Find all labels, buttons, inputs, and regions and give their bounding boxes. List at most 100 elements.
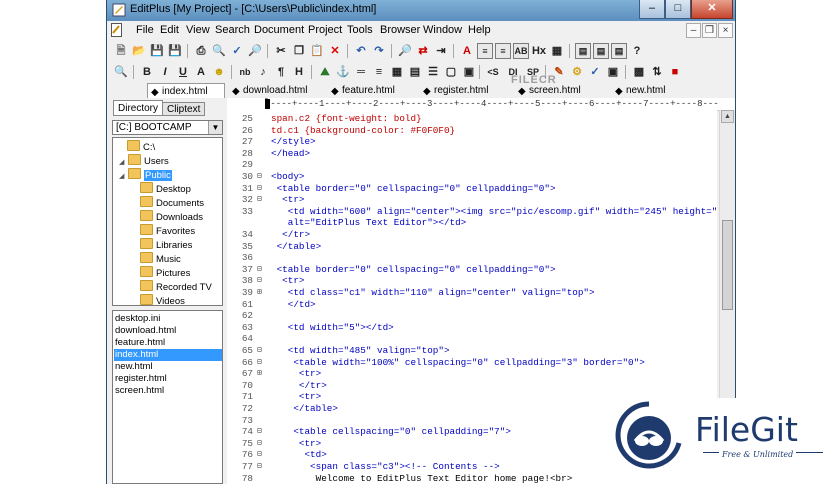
frame-icon[interactable]: ▣ — [461, 64, 477, 80]
file-item[interactable]: desktop.ini — [115, 313, 160, 325]
find-icon[interactable]: 🔎 — [247, 43, 263, 59]
tab-screen[interactable]: ◆ screen.html — [515, 83, 581, 98]
output-window-icon[interactable]: ▤ — [611, 43, 627, 59]
column-select-icon[interactable]: ▦ — [549, 43, 565, 59]
toolbox-icon[interactable]: ⚙ — [569, 64, 585, 80]
code-line[interactable]: <table border="0" cellspacing="0" cellpa… — [271, 264, 556, 275]
fold-marker-icon[interactable]: ⊟ — [257, 275, 262, 285]
goto-icon[interactable]: ⇥ — [433, 43, 449, 59]
hex-view-icon[interactable]: Hx — [531, 43, 547, 59]
cliptext-window-icon[interactable]: ▤ — [575, 43, 591, 59]
tree-item[interactable]: Downloads — [140, 210, 203, 223]
code-line[interactable]: </table> — [271, 403, 338, 414]
code-line[interactable]: </style> — [271, 136, 316, 147]
code-line[interactable]: </td> — [271, 299, 316, 310]
directory-tree[interactable]: C:\ ◢ Users ◢ Public Desktop Documents Dow… — [112, 137, 223, 306]
tree-item[interactable]: Documents — [140, 196, 204, 209]
open-folder-icon[interactable]: 📂 — [131, 43, 147, 59]
code-line[interactable]: <td width="5"></td> — [271, 322, 394, 333]
file-item[interactable]: index.html — [114, 349, 222, 361]
code-line[interactable]: </tr> — [271, 229, 310, 240]
code-line[interactable]: <tr> — [271, 275, 304, 286]
menu-project[interactable]: Project — [308, 24, 342, 36]
package-icon[interactable]: ▩ — [631, 64, 647, 80]
menu-view[interactable]: View — [186, 24, 210, 36]
scroll-thumb[interactable] — [722, 220, 733, 310]
tree-item[interactable]: Favorites — [140, 224, 195, 237]
fold-marker-icon[interactable]: ⊟ — [257, 438, 262, 448]
tree-item[interactable]: Music — [140, 252, 181, 265]
ftp-icon[interactable]: ⇅ — [649, 64, 665, 80]
minimize-button[interactable]: – — [639, 0, 665, 19]
code-line[interactable]: </head> — [271, 148, 310, 159]
underline-button[interactable]: U — [175, 64, 191, 80]
close-button[interactable]: ✕ — [691, 0, 733, 19]
code-line[interactable]: </table> — [271, 241, 322, 252]
code-line[interactable]: <td width="485" valign="top"> — [271, 345, 450, 356]
tree-item[interactable]: Pictures — [140, 266, 190, 279]
bold-button[interactable]: B — [139, 64, 155, 80]
code-line[interactable]: <td width="600" align="center"><img src=… — [271, 206, 717, 217]
scroll-up-icon[interactable]: ▲ — [721, 110, 734, 123]
menu-edit[interactable]: Edit — [160, 24, 179, 36]
tree-item[interactable]: Videos — [140, 294, 185, 305]
tree-item[interactable]: C:\ — [127, 140, 155, 153]
code-line[interactable]: <td class="c1" width="110" align="center… — [271, 287, 595, 298]
help-icon[interactable]: ? — [629, 43, 645, 59]
file-item[interactable]: feature.html — [115, 337, 165, 349]
fold-marker-icon[interactable]: ⊟ — [257, 357, 262, 367]
tree-item[interactable]: ◢ Public — [119, 168, 172, 181]
code-line[interactable]: td.c1 {background-color: #F0F0F0} — [271, 125, 455, 136]
mdi-minimize-icon[interactable]: – — [686, 23, 701, 38]
directory-window-icon[interactable]: ▤ — [593, 43, 609, 59]
fold-marker-icon[interactable]: ⊟ — [257, 264, 262, 274]
menu-tools[interactable]: Tools — [347, 24, 373, 36]
code-line[interactable]: <tr> — [271, 368, 321, 379]
code-line[interactable]: <body> — [271, 171, 304, 182]
form-icon[interactable]: ▤ — [407, 64, 423, 80]
file-list[interactable]: desktop.ini download.html feature.html i… — [112, 310, 223, 484]
maximize-button[interactable]: □ — [665, 0, 691, 19]
word-wrap-icon[interactable]: ≡ — [477, 43, 493, 59]
fold-marker-icon[interactable]: ⊟ — [257, 345, 262, 355]
undo-icon[interactable]: ↶ — [353, 43, 369, 59]
nbsp-button[interactable]: nb — [235, 64, 255, 80]
copy-icon[interactable]: ❐ — [291, 43, 307, 59]
code-line[interactable]: <tr> — [271, 391, 321, 402]
fold-marker-icon[interactable]: ⊟ — [257, 183, 262, 193]
code-line[interactable]: <span class="c3"><!-- Contents --> — [271, 461, 500, 472]
paste-icon[interactable]: 📋 — [309, 43, 325, 59]
print-preview-icon[interactable]: 🔍 — [211, 43, 227, 59]
chevron-down-icon[interactable]: ▼ — [208, 121, 222, 134]
tree-item[interactable]: Libraries — [140, 238, 192, 251]
menu-window[interactable]: Window — [423, 24, 462, 36]
line-number-icon[interactable]: AB — [513, 43, 529, 59]
save-icon[interactable]: 💾 — [149, 43, 165, 59]
hr-icon[interactable]: ═ — [353, 64, 369, 80]
table-icon[interactable]: ▦ — [389, 64, 405, 80]
code-line[interactable]: alt="EditPlus Text Editor"></td> — [271, 217, 467, 228]
tab-download[interactable]: ◆ download.html — [229, 83, 307, 98]
fold-marker-icon[interactable]: ⊞ — [257, 287, 262, 297]
tree-item[interactable]: Recorded TV — [140, 280, 212, 293]
menu-file[interactable]: File — [136, 24, 154, 36]
menu-browser[interactable]: Browser — [380, 24, 420, 36]
anchor-icon[interactable]: ⚓ — [335, 64, 351, 80]
image-icon[interactable]: ⛰ — [317, 64, 333, 80]
paragraph-button[interactable]: ¶ — [273, 64, 289, 80]
delete-icon[interactable]: ✕ — [327, 43, 343, 59]
expand-icon[interactable]: ◢ — [119, 170, 126, 183]
code-line[interactable]: <table width="100%" cellspacing="0" cell… — [271, 357, 644, 368]
fold-marker-icon[interactable]: ⊟ — [257, 449, 262, 459]
tab-feature[interactable]: ◆ feature.html — [328, 83, 395, 98]
document-icon[interactable] — [111, 23, 122, 37]
file-item[interactable]: new.html — [115, 361, 153, 373]
tab-cliptext[interactable]: Cliptext — [162, 102, 206, 116]
cut-icon[interactable]: ✂ — [273, 43, 289, 59]
tab-register[interactable]: ◆ register.html — [420, 83, 488, 98]
replace-icon[interactable]: ⇄ — [415, 43, 431, 59]
drive-select[interactable]: [C:] BOOTCAMP ▼ — [112, 120, 223, 135]
font-icon[interactable]: A — [459, 43, 475, 59]
tree-item[interactable]: ◢ Users — [119, 154, 169, 167]
fold-marker-icon[interactable]: ⊟ — [257, 426, 262, 436]
